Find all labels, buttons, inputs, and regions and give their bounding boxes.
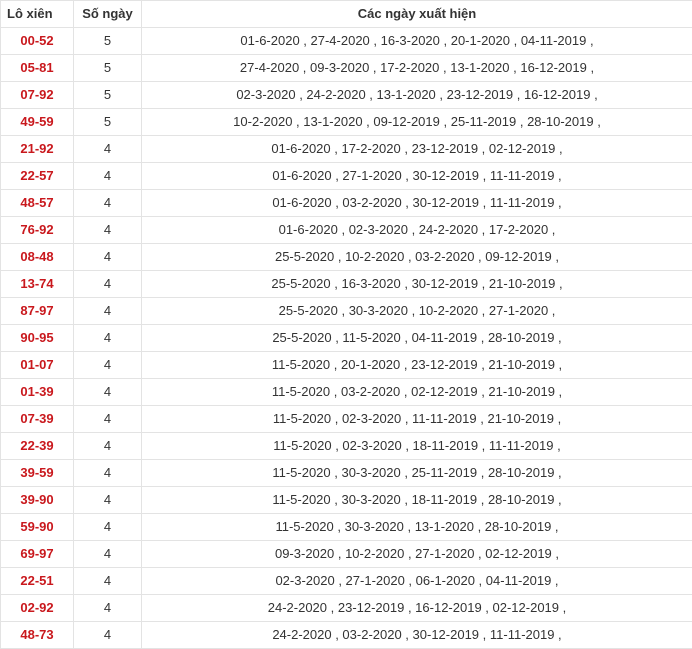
- dates-cell: 01-6-2020 , 17-2-2020 , 23-12-2019 , 02-…: [142, 136, 692, 163]
- pair-cell: 87-97: [1, 298, 74, 325]
- dates-cell: 01-6-2020 , 02-3-2020 , 24-2-2020 , 17-2…: [142, 217, 692, 244]
- count-cell: 4: [74, 433, 142, 460]
- count-cell: 5: [74, 109, 142, 136]
- count-cell: 4: [74, 622, 142, 649]
- dates-cell: 24-2-2020 , 03-2-2020 , 30-12-2019 , 11-…: [142, 622, 692, 649]
- header-row: Lô xiên Số ngày Các ngày xuất hiện: [1, 1, 692, 28]
- dates-cell: 10-2-2020 , 13-1-2020 , 09-12-2019 , 25-…: [142, 109, 692, 136]
- table-header: Lô xiên Số ngày Các ngày xuất hiện: [1, 1, 692, 28]
- count-cell: 4: [74, 244, 142, 271]
- count-cell: 5: [74, 82, 142, 109]
- table-row: 22-39411-5-2020 , 02-3-2020 , 18-11-2019…: [1, 433, 692, 460]
- dates-cell: 25-5-2020 , 11-5-2020 , 04-11-2019 , 28-…: [142, 325, 692, 352]
- dates-cell: 27-4-2020 , 09-3-2020 , 17-2-2020 , 13-1…: [142, 55, 692, 82]
- table-row: 76-92401-6-2020 , 02-3-2020 , 24-2-2020 …: [1, 217, 692, 244]
- count-cell: 4: [74, 379, 142, 406]
- table-row: 05-81527-4-2020 , 09-3-2020 , 17-2-2020 …: [1, 55, 692, 82]
- table-row: 22-57401-6-2020 , 27-1-2020 , 30-12-2019…: [1, 163, 692, 190]
- count-cell: 4: [74, 163, 142, 190]
- table-row: 07-39411-5-2020 , 02-3-2020 , 11-11-2019…: [1, 406, 692, 433]
- table-row: 21-92401-6-2020 , 17-2-2020 , 23-12-2019…: [1, 136, 692, 163]
- count-cell: 5: [74, 55, 142, 82]
- table-row: 00-52501-6-2020 , 27-4-2020 , 16-3-2020 …: [1, 28, 692, 55]
- table-row: 48-57401-6-2020 , 03-2-2020 , 30-12-2019…: [1, 190, 692, 217]
- dates-cell: 11-5-2020 , 03-2-2020 , 02-12-2019 , 21-…: [142, 379, 692, 406]
- count-cell: 4: [74, 352, 142, 379]
- count-cell: 4: [74, 217, 142, 244]
- pair-cell: 49-59: [1, 109, 74, 136]
- pair-cell: 48-73: [1, 622, 74, 649]
- pair-cell: 90-95: [1, 325, 74, 352]
- pair-cell: 07-92: [1, 82, 74, 109]
- count-cell: 4: [74, 460, 142, 487]
- table-row: 69-97409-3-2020 , 10-2-2020 , 27-1-2020 …: [1, 541, 692, 568]
- pair-cell: 00-52: [1, 28, 74, 55]
- table-row: 02-92424-2-2020 , 23-12-2019 , 16-12-201…: [1, 595, 692, 622]
- pair-cell: 39-90: [1, 487, 74, 514]
- count-cell: 4: [74, 595, 142, 622]
- table-row: 08-48425-5-2020 , 10-2-2020 , 03-2-2020 …: [1, 244, 692, 271]
- count-cell: 4: [74, 190, 142, 217]
- pair-cell: 01-39: [1, 379, 74, 406]
- table-row: 48-73424-2-2020 , 03-2-2020 , 30-12-2019…: [1, 622, 692, 649]
- pair-cell: 13-74: [1, 271, 74, 298]
- dates-cell: 11-5-2020 , 30-3-2020 , 25-11-2019 , 28-…: [142, 460, 692, 487]
- pair-cell: 59-90: [1, 514, 74, 541]
- lo-xien-table: Lô xiên Số ngày Các ngày xuất hiện 00-52…: [0, 0, 692, 649]
- dates-cell: 01-6-2020 , 03-2-2020 , 30-12-2019 , 11-…: [142, 190, 692, 217]
- pair-cell: 01-07: [1, 352, 74, 379]
- dates-cell: 11-5-2020 , 20-1-2020 , 23-12-2019 , 21-…: [142, 352, 692, 379]
- count-cell: 4: [74, 298, 142, 325]
- pair-cell: 48-57: [1, 190, 74, 217]
- count-cell: 4: [74, 325, 142, 352]
- table-row: 87-97425-5-2020 , 30-3-2020 , 10-2-2020 …: [1, 298, 692, 325]
- dates-cell: 09-3-2020 , 10-2-2020 , 27-1-2020 , 02-1…: [142, 541, 692, 568]
- pair-cell: 69-97: [1, 541, 74, 568]
- table-row: 39-90411-5-2020 , 30-3-2020 , 18-11-2019…: [1, 487, 692, 514]
- table-row: 49-59510-2-2020 , 13-1-2020 , 09-12-2019…: [1, 109, 692, 136]
- pair-cell: 21-92: [1, 136, 74, 163]
- count-cell: 5: [74, 28, 142, 55]
- dates-cell: 01-6-2020 , 27-4-2020 , 16-3-2020 , 20-1…: [142, 28, 692, 55]
- dates-cell: 25-5-2020 , 16-3-2020 , 30-12-2019 , 21-…: [142, 271, 692, 298]
- dates-cell: 11-5-2020 , 30-3-2020 , 18-11-2019 , 28-…: [142, 487, 692, 514]
- count-cell: 4: [74, 271, 142, 298]
- pair-cell: 76-92: [1, 217, 74, 244]
- count-cell: 4: [74, 541, 142, 568]
- dates-cell: 25-5-2020 , 10-2-2020 , 03-2-2020 , 09-1…: [142, 244, 692, 271]
- table-row: 59-90411-5-2020 , 30-3-2020 , 13-1-2020 …: [1, 514, 692, 541]
- dates-cell: 02-3-2020 , 27-1-2020 , 06-1-2020 , 04-1…: [142, 568, 692, 595]
- table-row: 13-74425-5-2020 , 16-3-2020 , 30-12-2019…: [1, 271, 692, 298]
- pair-cell: 08-48: [1, 244, 74, 271]
- dates-cell: 01-6-2020 , 27-1-2020 , 30-12-2019 , 11-…: [142, 163, 692, 190]
- dates-cell: 25-5-2020 , 30-3-2020 , 10-2-2020 , 27-1…: [142, 298, 692, 325]
- pair-cell: 22-39: [1, 433, 74, 460]
- table-row: 01-39411-5-2020 , 03-2-2020 , 02-12-2019…: [1, 379, 692, 406]
- pair-cell: 02-92: [1, 595, 74, 622]
- table-row: 01-07411-5-2020 , 20-1-2020 , 23-12-2019…: [1, 352, 692, 379]
- count-cell: 4: [74, 136, 142, 163]
- count-cell: 4: [74, 406, 142, 433]
- header-count: Số ngày: [74, 1, 142, 28]
- dates-cell: 11-5-2020 , 30-3-2020 , 13-1-2020 , 28-1…: [142, 514, 692, 541]
- count-cell: 4: [74, 487, 142, 514]
- pair-cell: 05-81: [1, 55, 74, 82]
- header-pair: Lô xiên: [1, 1, 74, 28]
- table-row: 90-95425-5-2020 , 11-5-2020 , 04-11-2019…: [1, 325, 692, 352]
- table-body: 00-52501-6-2020 , 27-4-2020 , 16-3-2020 …: [1, 28, 692, 649]
- dates-cell: 24-2-2020 , 23-12-2019 , 16-12-2019 , 02…: [142, 595, 692, 622]
- header-dates: Các ngày xuất hiện: [142, 1, 692, 28]
- table-row: 22-51402-3-2020 , 27-1-2020 , 06-1-2020 …: [1, 568, 692, 595]
- pair-cell: 22-57: [1, 163, 74, 190]
- count-cell: 4: [74, 514, 142, 541]
- count-cell: 4: [74, 568, 142, 595]
- pair-cell: 22-51: [1, 568, 74, 595]
- dates-cell: 11-5-2020 , 02-3-2020 , 18-11-2019 , 11-…: [142, 433, 692, 460]
- pair-cell: 07-39: [1, 406, 74, 433]
- pair-cell: 39-59: [1, 460, 74, 487]
- dates-cell: 11-5-2020 , 02-3-2020 , 11-11-2019 , 21-…: [142, 406, 692, 433]
- dates-cell: 02-3-2020 , 24-2-2020 , 13-1-2020 , 23-1…: [142, 82, 692, 109]
- table-row: 39-59411-5-2020 , 30-3-2020 , 25-11-2019…: [1, 460, 692, 487]
- table-row: 07-92502-3-2020 , 24-2-2020 , 13-1-2020 …: [1, 82, 692, 109]
